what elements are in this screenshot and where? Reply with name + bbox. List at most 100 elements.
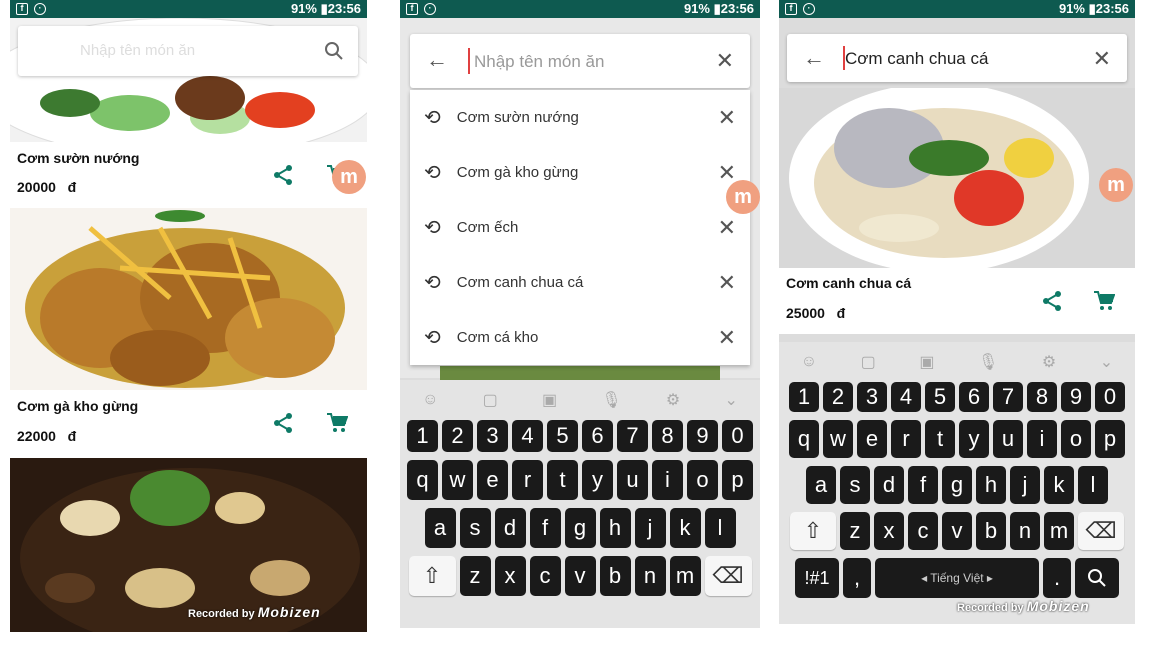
emoji-icon[interactable]: ☺: [801, 353, 817, 371]
history-item[interactable]: ⟲ Cơm cá kho ✕: [410, 310, 750, 365]
space-key[interactable]: ◂ Tiếng Việt ▸: [875, 558, 1039, 598]
key-k[interactable]: k: [669, 508, 701, 548]
remove-icon[interactable]: ✕: [718, 105, 736, 131]
remove-icon[interactable]: ✕: [718, 215, 736, 241]
key-f[interactable]: f: [908, 466, 938, 504]
key-e[interactable]: e: [477, 460, 508, 500]
key-v[interactable]: v: [942, 512, 972, 550]
search-bar[interactable]: ← Cơm canh chua cá ✕: [787, 34, 1127, 82]
key-c[interactable]: c: [529, 556, 561, 596]
key-n[interactable]: n: [634, 556, 666, 596]
key-r[interactable]: r: [891, 420, 921, 458]
key-f[interactable]: f: [529, 508, 561, 548]
key-c[interactable]: c: [908, 512, 938, 550]
key-e[interactable]: e: [857, 420, 887, 458]
key-u[interactable]: u: [617, 460, 648, 500]
chevron-down-icon[interactable]: ⌄: [1100, 352, 1113, 372]
key-g[interactable]: g: [564, 508, 596, 548]
key-j[interactable]: j: [1010, 466, 1040, 504]
key-h[interactable]: h: [599, 508, 631, 548]
key-q[interactable]: q: [789, 420, 819, 458]
history-item[interactable]: ⟲ Cơm gà kho gừng ✕: [410, 145, 750, 200]
shift-key[interactable]: ⇧: [408, 556, 456, 596]
key-2[interactable]: 2: [442, 420, 473, 452]
history-item[interactable]: ⟲ Cơm sườn nướng ✕: [410, 90, 750, 145]
key-w[interactable]: w: [442, 460, 473, 500]
search-bar[interactable]: ← Nhập tên món ăn ✕: [410, 34, 750, 88]
key-9[interactable]: 9: [1061, 382, 1091, 412]
key-8[interactable]: 8: [652, 420, 683, 452]
food-photo-canh-chua[interactable]: [779, 88, 1135, 268]
emoji-icon[interactable]: ☺: [422, 391, 438, 409]
key-k[interactable]: k: [1044, 466, 1074, 504]
key-j[interactable]: j: [634, 508, 666, 548]
key-5[interactable]: 5: [547, 420, 578, 452]
mobizen-badge[interactable]: m: [1099, 168, 1133, 202]
key-x[interactable]: x: [494, 556, 526, 596]
clear-icon[interactable]: ✕: [1093, 46, 1111, 72]
sticker-icon[interactable]: ▢: [861, 352, 876, 372]
key-a[interactable]: a: [806, 466, 836, 504]
key-u[interactable]: u: [993, 420, 1023, 458]
settings-icon[interactable]: ⚙: [1042, 352, 1056, 372]
key-s[interactable]: s: [459, 508, 491, 548]
mic-icon[interactable]: 🎙: [978, 352, 998, 372]
symbols-key[interactable]: !#1: [795, 558, 839, 598]
history-item[interactable]: ⟲ Cơm ếch ✕: [410, 200, 750, 255]
food-photo-ga[interactable]: [10, 208, 367, 390]
back-arrow-icon[interactable]: ←: [426, 47, 448, 73]
gif-icon[interactable]: ▣: [542, 390, 557, 410]
key-7[interactable]: 7: [993, 382, 1023, 412]
search-bar[interactable]: Nhập tên món ăn: [18, 26, 358, 76]
key-b[interactable]: b: [976, 512, 1006, 550]
key-l[interactable]: l: [1078, 466, 1108, 504]
period-key[interactable]: .: [1043, 558, 1071, 598]
history-item[interactable]: ⟲ Cơm canh chua cá ✕: [410, 255, 750, 310]
key-a[interactable]: a: [424, 508, 456, 548]
chevron-down-icon[interactable]: ⌄: [724, 390, 737, 410]
key-2[interactable]: 2: [823, 382, 853, 412]
key-d[interactable]: d: [874, 466, 904, 504]
key-3[interactable]: 3: [477, 420, 508, 452]
key-6[interactable]: 6: [582, 420, 613, 452]
key-6[interactable]: 6: [959, 382, 989, 412]
key-d[interactable]: d: [494, 508, 526, 548]
key-b[interactable]: b: [599, 556, 631, 596]
clear-icon[interactable]: ✕: [716, 48, 734, 74]
mobizen-badge[interactable]: m: [726, 180, 760, 214]
key-g[interactable]: g: [942, 466, 972, 504]
key-s[interactable]: s: [840, 466, 870, 504]
key-4[interactable]: 4: [891, 382, 921, 412]
sticker-icon[interactable]: ▢: [483, 390, 498, 410]
key-p[interactable]: p: [722, 460, 753, 500]
key-i[interactable]: i: [1027, 420, 1057, 458]
key-t[interactable]: t: [547, 460, 578, 500]
key-5[interactable]: 5: [925, 382, 955, 412]
key-p[interactable]: p: [1095, 420, 1125, 458]
search-input[interactable]: Nhập tên món ăn: [474, 52, 604, 72]
key-t[interactable]: t: [925, 420, 955, 458]
key-o[interactable]: o: [687, 460, 718, 500]
back-arrow-icon[interactable]: ←: [803, 45, 825, 71]
food-card[interactable]: Cơm gà kho gừng 22000 đ: [10, 390, 367, 458]
food-card[interactable]: Cơm canh chua cá 25000 đ: [779, 268, 1135, 334]
key-o[interactable]: o: [1061, 420, 1091, 458]
key-z[interactable]: z: [840, 512, 870, 550]
share-icon[interactable]: [272, 164, 294, 186]
key-w[interactable]: w: [823, 420, 853, 458]
key-x[interactable]: x: [874, 512, 904, 550]
remove-icon[interactable]: ✕: [718, 270, 736, 296]
key-1[interactable]: 1: [407, 420, 438, 452]
mic-icon[interactable]: 🎙: [601, 390, 621, 410]
settings-icon[interactable]: ⚙: [666, 390, 680, 410]
key-v[interactable]: v: [564, 556, 596, 596]
cart-icon[interactable]: [1093, 290, 1115, 312]
key-r[interactable]: r: [512, 460, 543, 500]
food-card[interactable]: Cơm sườn nướng 20000 đ: [10, 142, 367, 208]
key-l[interactable]: l: [704, 508, 736, 548]
key-h[interactable]: h: [976, 466, 1006, 504]
cart-icon[interactable]: [326, 412, 348, 434]
key-q[interactable]: q: [407, 460, 438, 500]
remove-icon[interactable]: ✕: [718, 325, 736, 351]
mobizen-badge[interactable]: m: [332, 160, 366, 194]
